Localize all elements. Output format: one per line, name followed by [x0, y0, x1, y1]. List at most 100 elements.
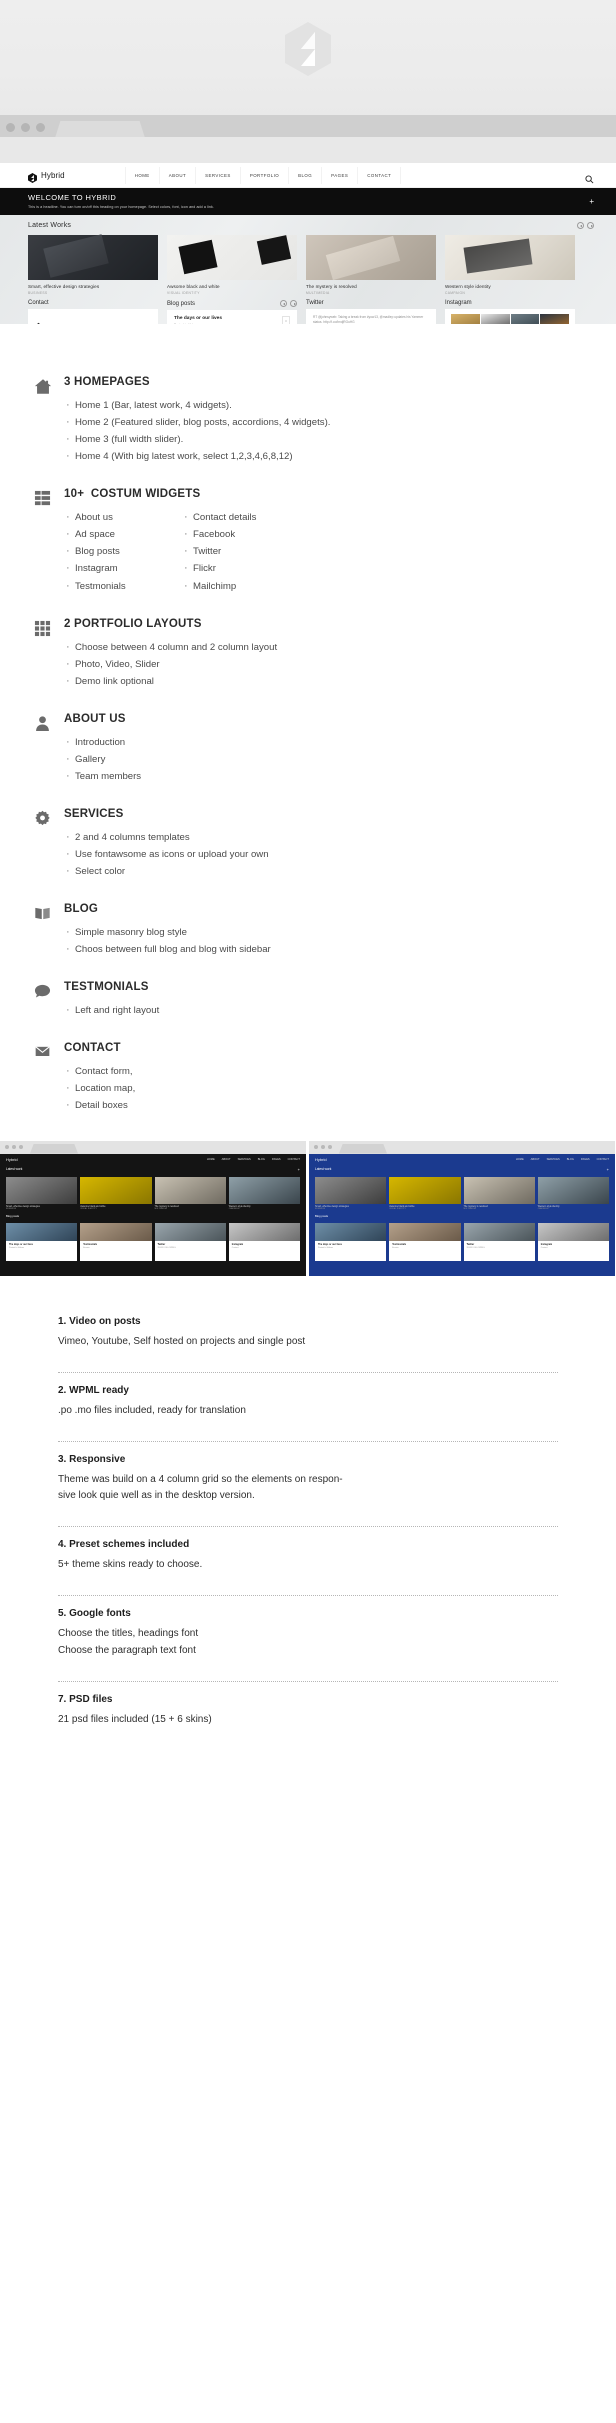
instagram-tile[interactable] — [480, 314, 510, 324]
skin-card[interactable]: Instagram Contact — [537, 1222, 609, 1261]
work-item[interactable]: Awsome black and white VISUAL IDENTITY — [167, 235, 297, 295]
skin-work-item[interactable]: Awsome black and white VISUAL IDENTITY — [389, 1176, 461, 1210]
skin-nav-item[interactable]: CONTACT — [288, 1158, 300, 1161]
note-preset-schemes: 4. Preset schemes included 5+ theme skin… — [58, 1539, 558, 1584]
work-thumbnail[interactable] — [306, 235, 436, 280]
skin-menu[interactable]: HOME ABOUT SERVICES BLOG PAGES CONTACT — [516, 1158, 609, 1161]
work-thumbnail[interactable] — [28, 235, 158, 280]
site-brand[interactable]: Hybrid — [28, 170, 65, 183]
work-thumbnail[interactable] — [6, 1176, 78, 1204]
work-thumbnail[interactable] — [445, 235, 575, 280]
website-preview: Hybrid HOME ABOUT SERVICES PORTFOLIO BLO… — [0, 163, 616, 324]
work-thumbnail[interactable] — [463, 1176, 535, 1204]
browser-tab[interactable] — [339, 1143, 387, 1154]
work-thumbnail[interactable] — [80, 1176, 152, 1204]
nav-item-portfolio[interactable]: PORTFOLIO — [239, 166, 288, 184]
feature-about-us: ABOUT US Introduction Gallery Team membe… — [0, 713, 616, 787]
skin-card[interactable]: Twitter 35955 FOLLOWING — [463, 1222, 535, 1261]
skin-nav-item[interactable]: CONTACT — [597, 1158, 609, 1161]
arrow-left-icon[interactable] — [280, 300, 287, 307]
feature-heading: SERVICES — [64, 808, 586, 820]
work-thumbnail[interactable] — [315, 1176, 387, 1204]
work-thumbnail[interactable] — [389, 1176, 461, 1204]
latest-works-header: Latest Works — [0, 222, 616, 229]
skin-work-item[interactable]: Western style identity CAMPAIGN — [537, 1176, 609, 1210]
window-controls[interactable] — [5, 1144, 23, 1149]
plus-icon[interactable]: + — [589, 198, 594, 206]
work-thumbnail[interactable] — [228, 1176, 300, 1204]
instagram-tile[interactable] — [540, 314, 569, 324]
note-responsive: 3. Responsive Theme was build on a 4 col… — [58, 1454, 558, 1515]
skin-nav-item[interactable]: BLOG — [567, 1158, 574, 1161]
skin-nav-item[interactable]: SERVICES — [547, 1158, 560, 1161]
work-thumbnail[interactable] — [167, 235, 297, 280]
instagram-tile[interactable] — [451, 314, 480, 324]
nav-item-contact[interactable]: CONTACT — [357, 166, 402, 184]
skin-work-item[interactable]: The mystery is resolved MULTIMEDIA — [154, 1176, 226, 1210]
skin-widget-labels: Blog posts — [309, 1210, 615, 1219]
skin-nav-item[interactable]: HOME — [207, 1158, 215, 1161]
skin-widget-row: The days or our lives Posted in Videos Te… — [0, 1219, 306, 1261]
blog-post-title[interactable]: The days or our lives — [174, 316, 290, 321]
skin-nav-item[interactable]: PAGES — [581, 1158, 590, 1161]
skin-work-item[interactable]: Western style identity CAMPAIGN — [228, 1176, 300, 1210]
widget-title: Contact — [28, 300, 49, 306]
instagram-tile[interactable] — [510, 314, 540, 324]
work-item[interactable]: The mystery is resolved MULTIMEDIA — [306, 235, 436, 295]
work-item[interactable]: Western style identity CAMPAIGN — [445, 235, 575, 295]
feature-items-right: Contact details Facebook Twitter Flickr … — [182, 508, 586, 596]
slider-controls[interactable] — [577, 222, 594, 229]
note-title: 5. Google fonts — [58, 1608, 131, 1620]
skin-body: Hybrid HOME ABOUT SERVICES BLOG PAGES CO… — [309, 1153, 615, 1276]
skin-nav-item[interactable]: ABOUT — [531, 1158, 540, 1161]
welcome-banner: WELCOME TO HYBRID This is a headline. Yo… — [0, 188, 616, 215]
blog-slider-controls[interactable] — [280, 300, 297, 307]
skin-menu[interactable]: HOME ABOUT SERVICES BLOG PAGES CONTACT — [207, 1158, 300, 1161]
nav-item-blog[interactable]: BLOG — [288, 166, 321, 184]
browser-tab[interactable] — [30, 1143, 78, 1154]
skin-nav-item[interactable]: HOME — [516, 1158, 524, 1161]
skin-card[interactable]: Testmonials Envato — [389, 1222, 461, 1261]
skin-nav-item[interactable]: ABOUT — [222, 1158, 231, 1161]
skin-card[interactable]: The days or our lives Posted in Videos — [6, 1222, 78, 1261]
nav-item-about[interactable]: ABOUT — [158, 166, 195, 184]
work-item[interactable]: Smart, effective design strategies BUSIN… — [28, 235, 158, 295]
browser-titlebar — [309, 1140, 615, 1154]
skin-card[interactable]: Instagram Contact — [228, 1222, 300, 1261]
skin-nav-item[interactable]: SERVICES — [238, 1158, 251, 1161]
arrow-right-icon[interactable] — [587, 222, 594, 229]
arrow-right-icon[interactable] — [290, 300, 297, 307]
divider — [58, 1680, 558, 1682]
work-thumbnail[interactable] — [154, 1176, 226, 1204]
plus-icon[interactable]: + — [298, 1167, 300, 1172]
skin-card[interactable]: The days or our lives Posted in Videos — [315, 1222, 387, 1261]
card-title: Testmonials — [83, 1242, 98, 1246]
skin-nav-item[interactable]: PAGES — [272, 1158, 281, 1161]
feature-heading: 2 PORTFOLIO LAYOUTS — [64, 618, 586, 630]
skin-nav-item[interactable]: BLOG — [258, 1158, 265, 1161]
skin-card[interactable]: Twitter 35955 FOLLOWING — [154, 1222, 226, 1261]
instagram-grid[interactable] — [451, 314, 569, 324]
feature-items: Choose between 4 column and 2 column lay… — [64, 638, 586, 692]
feature-items: About us Ad space Blog posts Instagram T… — [64, 508, 586, 596]
envelope-icon — [34, 1042, 64, 1114]
skin-work-grid: Smart, effective design strategies BUSINE… — [309, 1174, 615, 1210]
skin-work-item[interactable]: Awsome black and white VISUAL IDENTITY — [80, 1176, 152, 1210]
skin-work-item[interactable]: The mystery is resolved MULTIMEDIA — [463, 1176, 535, 1210]
skin-work-item[interactable]: Smart, effective design strategies BUSINE… — [315, 1176, 387, 1210]
window-controls[interactable] — [6, 123, 45, 132]
work-thumbnail[interactable] — [537, 1176, 609, 1204]
nav-item-home[interactable]: HOME — [124, 166, 159, 184]
contact-row: ADDRESS Mother Theresa Square nr 43, Pri… — [35, 315, 151, 324]
skin-work-item[interactable]: Smart, effective design strategies BUSINE… — [6, 1176, 78, 1210]
plus-icon[interactable]: + — [607, 1167, 609, 1172]
search-icon[interactable] — [585, 171, 594, 184]
nav-item-services[interactable]: SERVICES — [195, 166, 240, 184]
browser-tab[interactable] — [55, 121, 145, 138]
site-menu[interactable]: HOME ABOUT SERVICES PORTFOLIO BLOG PAGES… — [124, 166, 402, 184]
nav-item-pages[interactable]: PAGES — [321, 166, 357, 184]
widget-header: Blog posts — [167, 300, 297, 307]
skin-card[interactable]: Testmonials Envato — [80, 1222, 152, 1261]
window-controls[interactable] — [314, 1144, 332, 1149]
arrow-left-icon[interactable] — [577, 222, 584, 229]
